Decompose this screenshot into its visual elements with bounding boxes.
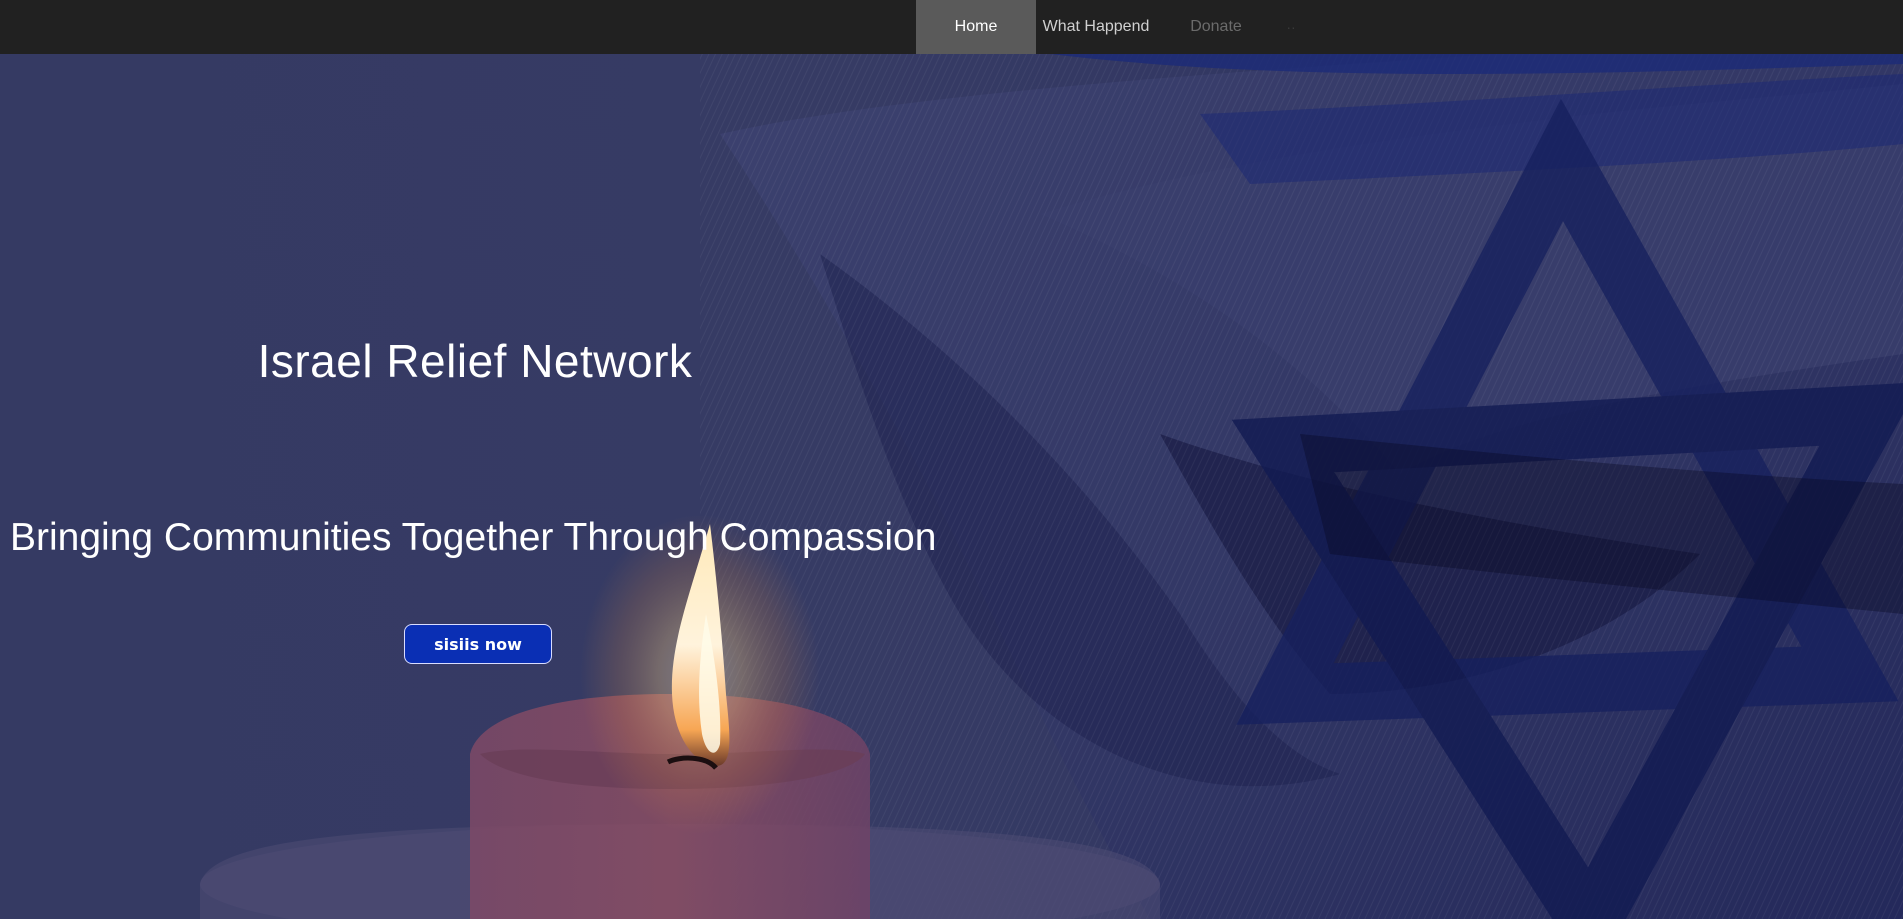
cta-button[interactable]: sisiis now (404, 624, 552, 664)
main-nav: Home What Happend Donate ·· (916, 0, 1306, 54)
hero-subtitle: Bringing Communities Together Through Co… (10, 516, 937, 559)
nav-item-donate[interactable]: Donate (1156, 0, 1276, 54)
top-navbar: Home What Happend Donate ·· (0, 0, 1903, 54)
nav-item-home[interactable]: Home (916, 0, 1036, 54)
page: Home What Happend Donate ·· Israel Relie… (0, 0, 1903, 919)
nav-item-more[interactable]: ·· (1276, 0, 1306, 54)
hero-background-image (0, 54, 1903, 919)
hero-title: Israel Relief Network (257, 335, 693, 387)
nav-item-what-happend[interactable]: What Happend (1036, 0, 1156, 54)
hero-section: Israel Relief Network Bringing Communiti… (0, 54, 1903, 919)
